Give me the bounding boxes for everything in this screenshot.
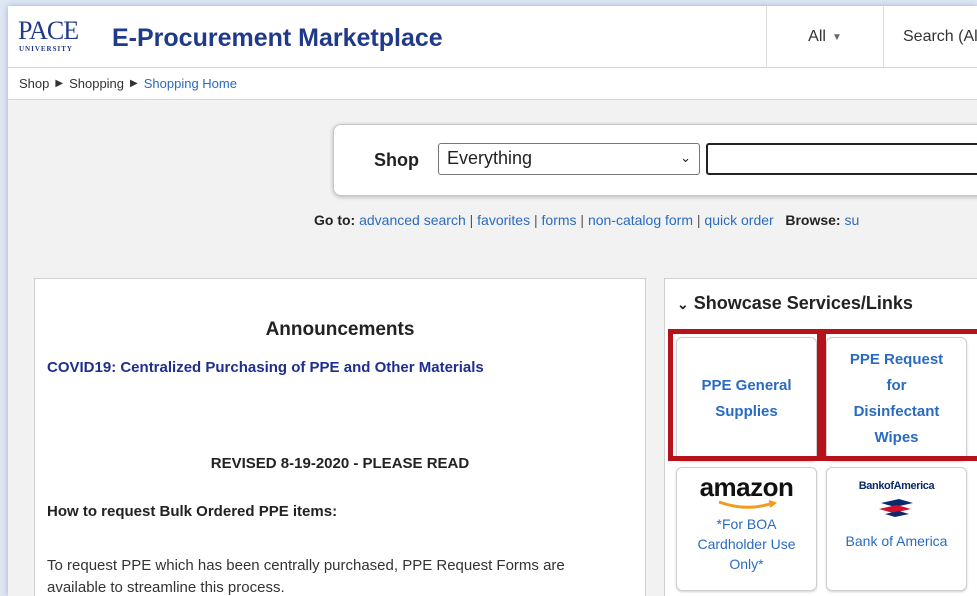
announcement-paragraph: To request PPE which has been centrally …: [47, 557, 565, 596]
revised-notice: REVISED 8-19-2020 - PLEASE READ: [210, 455, 470, 472]
link-favorites[interactable]: favorites: [477, 212, 530, 228]
boa-logo-text: BankofAmerica: [858, 480, 935, 492]
link-quick-order[interactable]: quick order: [704, 212, 773, 228]
shop-search-panel: Shop Everything ⌄: [333, 124, 977, 196]
howto-heading: How to request Bulk Ordered PPE items:: [47, 503, 338, 520]
shop-category-select[interactable]: Everything ⌄: [438, 143, 700, 175]
announcements-title: Announcements: [265, 319, 415, 340]
pace-logo[interactable]: PACE UNIVERSITY: [18, 18, 110, 58]
goto-label: Go to:: [314, 212, 356, 228]
tile-bank-of-america[interactable]: BankofAmerica Bank of America: [826, 467, 967, 591]
boa-flag-icon: [878, 499, 913, 517]
top-header: PACE UNIVERSITY E-Procurement Marketplac…: [8, 6, 977, 68]
chevron-down-icon: ⌄: [677, 296, 689, 312]
amazon-logo: amazon: [699, 472, 794, 502]
link-browse-suppliers[interactable]: su: [844, 212, 859, 228]
showcase-panel: ⌄ Showcase Services/Links PPE General Su…: [664, 278, 977, 596]
showcase-title: Showcase Services/Links: [693, 293, 913, 313]
goto-links: Go to: advanced search | favorites | for…: [314, 212, 860, 228]
link-non-catalog-form[interactable]: non-catalog form: [588, 212, 693, 228]
covid-announcement-link[interactable]: COVID19: Centralized Purchasing of PPE a…: [47, 359, 484, 376]
header-search[interactable]: Search (All: [885, 6, 977, 68]
highlight-box-right: [821, 329, 977, 461]
breadcrumb-shopping-home[interactable]: Shopping Home: [144, 76, 237, 91]
header-search-label: Search (All: [903, 28, 977, 45]
app-window: PACE UNIVERSITY E-Procurement Marketplac…: [8, 6, 977, 596]
highlight-box-left: [668, 329, 822, 461]
caret-right-icon: ▶: [55, 78, 64, 89]
logo-mark: PACE: [18, 16, 79, 45]
link-forms[interactable]: forms: [542, 212, 577, 228]
app-title: E-Procurement Marketplace: [112, 24, 443, 52]
tile-label: *For BOA Cardholder Use Only*: [697, 516, 796, 572]
browse-label: Browse:: [785, 212, 841, 228]
tile-label: Bank of America: [845, 533, 948, 549]
breadcrumb-shopping[interactable]: Shopping: [69, 76, 124, 91]
link-advanced-search[interactable]: advanced search: [359, 212, 466, 228]
logo-subtext: UNIVERSITY: [19, 45, 73, 53]
chevron-down-icon: ⌄: [680, 150, 691, 165]
caret-right-icon: ▶: [130, 78, 138, 89]
announcements-card: Announcements COVID19: Centralized Purch…: [34, 278, 646, 596]
scope-label: All: [808, 28, 826, 45]
tile-amazon[interactable]: amazon *For BOA Cardholder Use Only*: [676, 467, 817, 591]
shop-search-input[interactable]: [706, 143, 977, 175]
caret-down-icon: ▼: [831, 31, 842, 43]
search-scope-dropdown[interactable]: All ▼: [766, 6, 884, 68]
breadcrumb-shop[interactable]: Shop: [19, 76, 49, 91]
shop-category-value: Everything: [447, 148, 533, 168]
showcase-toggle[interactable]: ⌄ Showcase Services/Links: [677, 293, 913, 314]
breadcrumb: Shop ▶ Shopping ▶ Shopping Home: [8, 68, 977, 100]
shop-label: Shop: [374, 150, 419, 170]
